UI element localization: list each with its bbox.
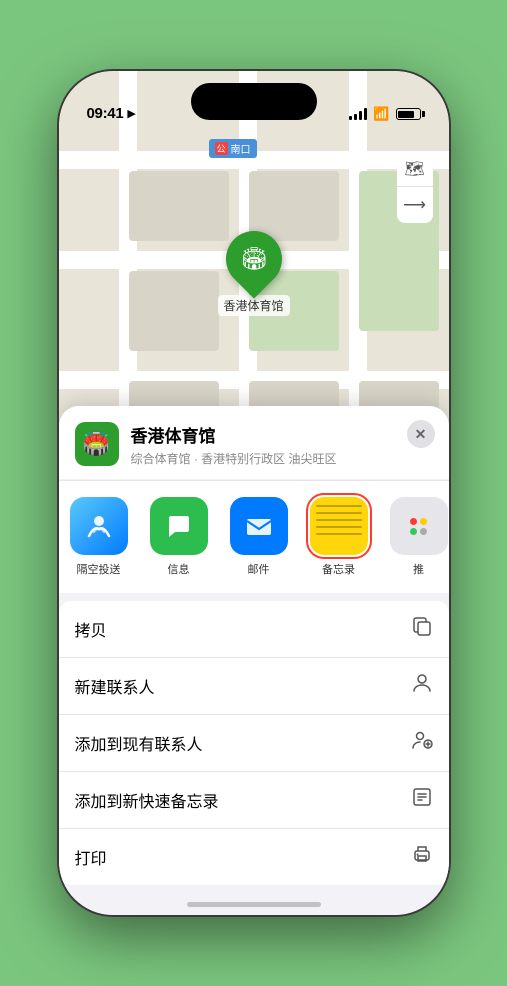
notes-icon bbox=[310, 497, 368, 555]
signal-bars bbox=[349, 108, 367, 120]
action-add-existing-text: 添加到现有联系人 bbox=[75, 731, 203, 755]
bottom-sheet: 🏟️ 香港体育馆 综合体育馆 · 香港特别行政区 油尖旺区 ✕ bbox=[59, 406, 449, 915]
person-add-icon bbox=[411, 729, 433, 757]
note-icon bbox=[411, 786, 433, 814]
location-icon: ▶ bbox=[127, 107, 135, 120]
action-add-existing-contact[interactable]: 添加到现有联系人 bbox=[59, 715, 449, 772]
action-copy-text: 拷贝 bbox=[75, 617, 107, 641]
mail-icon bbox=[230, 497, 288, 555]
map-type-button[interactable]: 🗺 bbox=[397, 151, 433, 187]
location-header: 🏟️ 香港体育馆 综合体育馆 · 香港特别行政区 油尖旺区 ✕ bbox=[59, 406, 449, 479]
battery-icon bbox=[396, 108, 421, 120]
print-icon bbox=[411, 843, 433, 871]
messages-icon bbox=[150, 497, 208, 555]
copy-icon bbox=[411, 615, 433, 643]
more-label: 推 bbox=[413, 561, 424, 577]
location-venue-icon: 🏟️ bbox=[75, 422, 119, 466]
location-name: 香港体育馆 bbox=[131, 422, 433, 447]
dynamic-island bbox=[191, 83, 317, 120]
share-row: 隔空投送 信息 bbox=[59, 480, 449, 593]
person-icon bbox=[411, 672, 433, 700]
action-list: 拷贝 新建联系人 bbox=[59, 601, 449, 885]
airdrop-label: 隔空投送 bbox=[77, 561, 121, 577]
mail-label: 邮件 bbox=[248, 561, 270, 577]
phone-frame: 09:41 ▶ 📶 bbox=[59, 71, 449, 915]
action-print[interactable]: 打印 bbox=[59, 829, 449, 885]
airdrop-icon bbox=[70, 497, 128, 555]
home-area bbox=[59, 885, 449, 915]
action-copy[interactable]: 拷贝 bbox=[59, 601, 449, 658]
share-notes[interactable]: 备忘录 bbox=[299, 497, 379, 577]
action-add-quick-note[interactable]: 添加到新快速备忘录 bbox=[59, 772, 449, 829]
close-button[interactable]: ✕ bbox=[407, 420, 435, 448]
status-icons: 📶 bbox=[349, 106, 420, 122]
location-subtitle: 综合体育馆 · 香港特别行政区 油尖旺区 bbox=[131, 450, 433, 467]
share-mail[interactable]: 邮件 bbox=[219, 497, 299, 577]
notes-label: 备忘录 bbox=[322, 561, 355, 577]
share-more[interactable]: 推 bbox=[379, 497, 449, 577]
action-new-contact-text: 新建联系人 bbox=[75, 674, 155, 698]
action-new-contact[interactable]: 新建联系人 bbox=[59, 658, 449, 715]
wifi-icon: 📶 bbox=[373, 106, 389, 122]
action-add-quick-note-text: 添加到新快速备忘录 bbox=[75, 788, 219, 812]
map-controls: 🗺 ⟶ bbox=[397, 151, 433, 223]
location-button[interactable]: ⟶ bbox=[397, 187, 433, 223]
action-print-text: 打印 bbox=[75, 845, 107, 869]
messages-label: 信息 bbox=[168, 561, 190, 577]
more-icon bbox=[390, 497, 448, 555]
map-station-label: 公 南口 bbox=[209, 139, 257, 158]
location-info: 香港体育馆 综合体育馆 · 香港特别行政区 油尖旺区 bbox=[131, 422, 433, 467]
share-airdrop[interactable]: 隔空投送 bbox=[59, 497, 139, 577]
status-time: 09:41 bbox=[87, 105, 124, 122]
stadium-marker: 🏟 香港体育馆 bbox=[217, 231, 289, 316]
home-indicator bbox=[187, 902, 321, 907]
share-messages[interactable]: 信息 bbox=[139, 497, 219, 577]
